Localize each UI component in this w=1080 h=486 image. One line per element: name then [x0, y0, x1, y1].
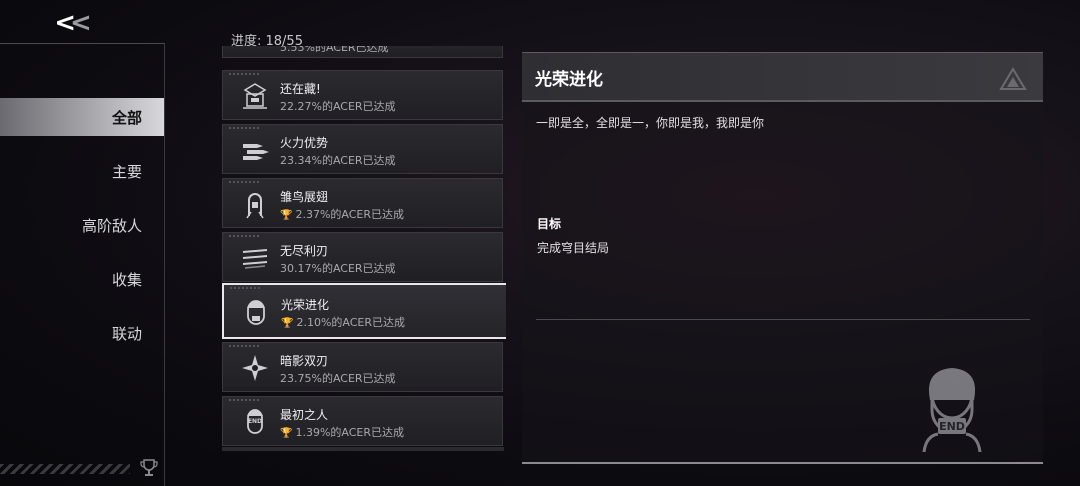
- achievement-item[interactable]: 雏鸟展翅 🏆 2.37%的ACER已达成: [222, 178, 503, 228]
- sidebar-item-all[interactable]: 全部: [0, 98, 164, 136]
- achievement-item[interactable]: 5.53%的ACER已达成: [222, 46, 503, 58]
- achievement-title: 还在藏!: [280, 82, 321, 96]
- shuriken-icon: [242, 355, 268, 381]
- achievement-percent: 22.27%的ACER已达成: [280, 100, 396, 113]
- hooded-figure-icon: [246, 193, 264, 219]
- svg-text:END: END: [248, 418, 262, 425]
- back-chevron-icon: <: [54, 8, 76, 38]
- achievement-title: 火力优势: [280, 136, 329, 150]
- achievement-title: 最初之人: [280, 408, 329, 422]
- detail-header: 光荣进化: [522, 52, 1043, 100]
- detail-divider: [536, 319, 1030, 320]
- achievement-item[interactable]: 火力优势 23.34%的ACER已达成: [222, 124, 503, 174]
- item-decoration: [230, 287, 260, 289]
- achievement-title: 光荣进化: [281, 298, 330, 312]
- achievement-item[interactable]: 还在藏! 22.27%的ACER已达成: [222, 70, 503, 120]
- achievement-percent: 5.53%的ACER已达成: [280, 46, 389, 54]
- item-decoration: [229, 399, 259, 401]
- item-decoration: [229, 73, 259, 75]
- goal-text: 完成穹目结局: [537, 241, 610, 255]
- achievement-item[interactable]: 暗影双刃 23.75%的ACER已达成: [222, 342, 503, 392]
- achievement-percent: 🏆 1.39%的ACER已达成: [280, 426, 405, 439]
- bullets-icon: [243, 144, 269, 160]
- end-figure-icon: END: [247, 409, 263, 434]
- face-end-icon: [247, 300, 265, 325]
- achievement-title: 暗影双刃: [280, 354, 329, 368]
- game-logo-icon: [999, 67, 1027, 90]
- rare-trophy-icon: 🏆: [280, 428, 293, 439]
- achievement-percent: 🏆 2.10%的ACER已达成: [281, 316, 406, 329]
- item-decoration: [229, 181, 259, 183]
- achievement-percent: 23.34%的ACER已达成: [280, 154, 396, 167]
- achievement-item[interactable]: END 最初之人 🏆 1.39%的ACER已达成: [222, 396, 503, 446]
- svg-text:END: END: [939, 420, 965, 433]
- decorative-stripe: [0, 464, 130, 474]
- sidebar-item-main[interactable]: 主要: [0, 152, 164, 190]
- achievement-item-selected[interactable]: 光荣进化 🏆 2.10%的ACER已达成: [222, 283, 506, 339]
- back-chevron-dim-icon: <: [70, 8, 92, 38]
- back-button[interactable]: < <: [40, 6, 100, 40]
- achievement-emblem-icon: END: [922, 368, 982, 452]
- goal-label: 目标: [537, 217, 562, 231]
- sidebar-item-collab[interactable]: 联动: [0, 314, 164, 352]
- rare-trophy-icon: 🏆: [281, 318, 294, 329]
- achievement-list[interactable]: 5.53%的ACER已达成 还在藏! 22.27%的ACER已达成 火力优势 2…: [220, 46, 506, 450]
- item-decoration: [229, 235, 259, 237]
- sidebar-item-collection[interactable]: 收集: [0, 260, 164, 298]
- stash-icon: [243, 83, 267, 109]
- trophy-icon: [140, 459, 158, 476]
- achievement-title: 无尽利刃: [280, 244, 329, 258]
- achievement-item[interactable]: 无尽利刃 30.17%的ACER已达成: [222, 232, 503, 282]
- detail-title: 光荣进化: [535, 70, 603, 90]
- detail-description: 一即是全，全即是一，你即是我，我即是你: [536, 116, 765, 130]
- sidebar-item-elite-enemies[interactable]: 高阶敌人: [0, 206, 164, 244]
- item-decoration: [229, 345, 259, 347]
- list-bottom-edge: [222, 447, 504, 451]
- achievement-detail-panel: 光荣进化 一即是全，全即是一，你即是我，我即是你 目标 完成穹目结局 END: [522, 52, 1043, 464]
- achievement-percent: 23.75%的ACER已达成: [280, 372, 396, 385]
- item-decoration: [229, 127, 259, 129]
- detail-header-divider: [522, 100, 1043, 102]
- achievement-title: 雏鸟展翅: [280, 190, 329, 204]
- achievement-percent: 🏆 2.37%的ACER已达成: [280, 208, 405, 221]
- achievement-percent: 30.17%的ACER已达成: [280, 262, 396, 275]
- sidebar: 全部 主要 高阶敌人 收集 联动: [0, 44, 165, 486]
- rare-trophy-icon: 🏆: [280, 210, 293, 221]
- blades-icon: [242, 249, 268, 269]
